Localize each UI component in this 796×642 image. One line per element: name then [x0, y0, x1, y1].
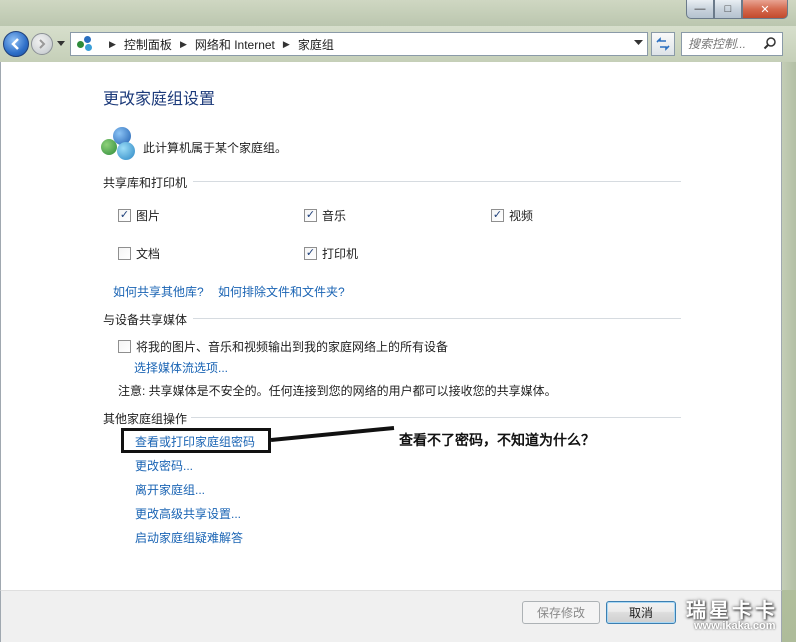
link-leave-homegroup[interactable]: 离开家庭组... [135, 481, 205, 498]
back-arrow-icon [11, 38, 19, 50]
watermark-logo: 瑞星卡卡 www.ikaka.com [668, 592, 796, 642]
checkbox-printers[interactable]: ✓ 打印机 [304, 245, 358, 262]
checkbox-label: 视频 [509, 209, 534, 223]
breadcrumb-separator-icon: ▶ [179, 38, 187, 49]
refresh-button[interactable] [651, 32, 675, 56]
navigation-bar: ▶ 控制面板 ▶ 网络和 Internet ▶ 家庭组 [0, 26, 796, 62]
breadcrumb-network-internet[interactable]: 网络和 Internet [195, 36, 275, 53]
homegroup-icon [101, 127, 137, 161]
checkmark-icon[interactable]: ✓ [118, 209, 131, 222]
watermark-url: www.ikaka.com [694, 620, 776, 632]
checkmark-icon[interactable]: ✓ [491, 209, 504, 222]
checkbox-label: 图片 [136, 209, 161, 223]
checkbox-music[interactable]: ✓ 音乐 [304, 207, 346, 224]
checkbox-box[interactable] [118, 340, 131, 353]
minimize-button[interactable]: — [686, 0, 714, 19]
checkbox-label: 打印机 [322, 247, 359, 261]
section-divider [191, 417, 681, 418]
window-edge [782, 62, 796, 590]
address-bar[interactable]: ▶ 控制面板 ▶ 网络和 Internet ▶ 家庭组 [70, 32, 648, 56]
forward-button[interactable] [31, 33, 53, 55]
recent-pages-dropdown[interactable] [57, 40, 65, 49]
chevron-down-icon [57, 41, 65, 46]
checkbox-label: 音乐 [322, 209, 347, 223]
breadcrumb-control-panel[interactable]: 控制面板 [124, 36, 172, 53]
checkmark-icon[interactable]: ✓ [304, 209, 317, 222]
search-input[interactable] [688, 37, 762, 51]
network-icon [77, 36, 93, 52]
section-divider [193, 318, 681, 319]
link-troubleshooter[interactable]: 启动家庭组疑难解答 [135, 529, 243, 546]
checkbox-pictures[interactable]: ✓ 图片 [118, 207, 160, 224]
address-dropdown[interactable] [634, 38, 643, 48]
maximize-button[interactable]: □ [714, 0, 742, 19]
annotation-highlight-box [121, 428, 271, 453]
window-controls: — □ ✕ [686, 0, 788, 20]
breadcrumb-separator-icon: ▶ [282, 38, 290, 49]
link-exclude-files[interactable]: 如何排除文件和文件夹? [218, 283, 345, 300]
page-title: 更改家庭组设置 [103, 91, 216, 108]
link-media-stream-options[interactable]: 选择媒体流选项... [134, 359, 228, 376]
checkbox-label: 文档 [136, 247, 161, 261]
link-share-other-libraries[interactable]: 如何共享其他库? [113, 283, 204, 300]
annotation-callout-text: 查看不了密码，不知道为什么？ [399, 432, 595, 448]
checkbox-stream-media[interactable]: 将我的图片、音乐和视频输出到我的家庭网络上的所有设备 [118, 338, 448, 355]
section-title-media: 与设备共享媒体 [103, 313, 188, 327]
forward-arrow-icon [39, 39, 46, 49]
section-title-libraries: 共享库和打印机 [103, 176, 188, 190]
security-note: 注意: 共享媒体是不安全的。任何连接到您的网络的用户都可以接收您的共享媒体。 [118, 384, 557, 398]
search-box[interactable] [681, 32, 783, 56]
close-button[interactable]: ✕ [742, 0, 788, 19]
link-advanced-sharing[interactable]: 更改高级共享设置... [135, 505, 241, 522]
annotation-arrow-line [271, 426, 395, 442]
checkbox-documents[interactable]: 文档 [118, 245, 160, 262]
link-change-password[interactable]: 更改密码... [135, 457, 193, 474]
checkbox-videos[interactable]: ✓ 视频 [491, 207, 533, 224]
breadcrumb-homegroup[interactable]: 家庭组 [298, 36, 334, 53]
cancel-button[interactable]: 取消 [606, 601, 676, 624]
refresh-icon [656, 37, 670, 51]
checkmark-icon[interactable]: ✓ [304, 247, 317, 260]
footer-bar: 保存修改 取消 [0, 590, 782, 642]
search-icon[interactable] [763, 36, 777, 50]
watermark-brand: 瑞星卡卡 [686, 600, 778, 622]
main-content: 更改家庭组设置 此计算机属于某个家庭组。 共享库和打印机 ✓ 图片 ✓ 音乐 ✓… [0, 62, 782, 590]
chevron-down-icon [634, 40, 643, 45]
save-changes-button[interactable]: 保存修改 [522, 601, 600, 624]
breadcrumb-separator-icon: ▶ [109, 38, 116, 49]
back-button[interactable] [3, 31, 29, 57]
checkbox-box[interactable] [118, 247, 131, 260]
section-title-other: 其他家庭组操作 [103, 412, 188, 426]
membership-status: 此计算机属于某个家庭组。 [143, 141, 288, 155]
section-divider [193, 181, 681, 182]
checkbox-label: 将我的图片、音乐和视频输出到我的家庭网络上的所有设备 [136, 340, 449, 354]
